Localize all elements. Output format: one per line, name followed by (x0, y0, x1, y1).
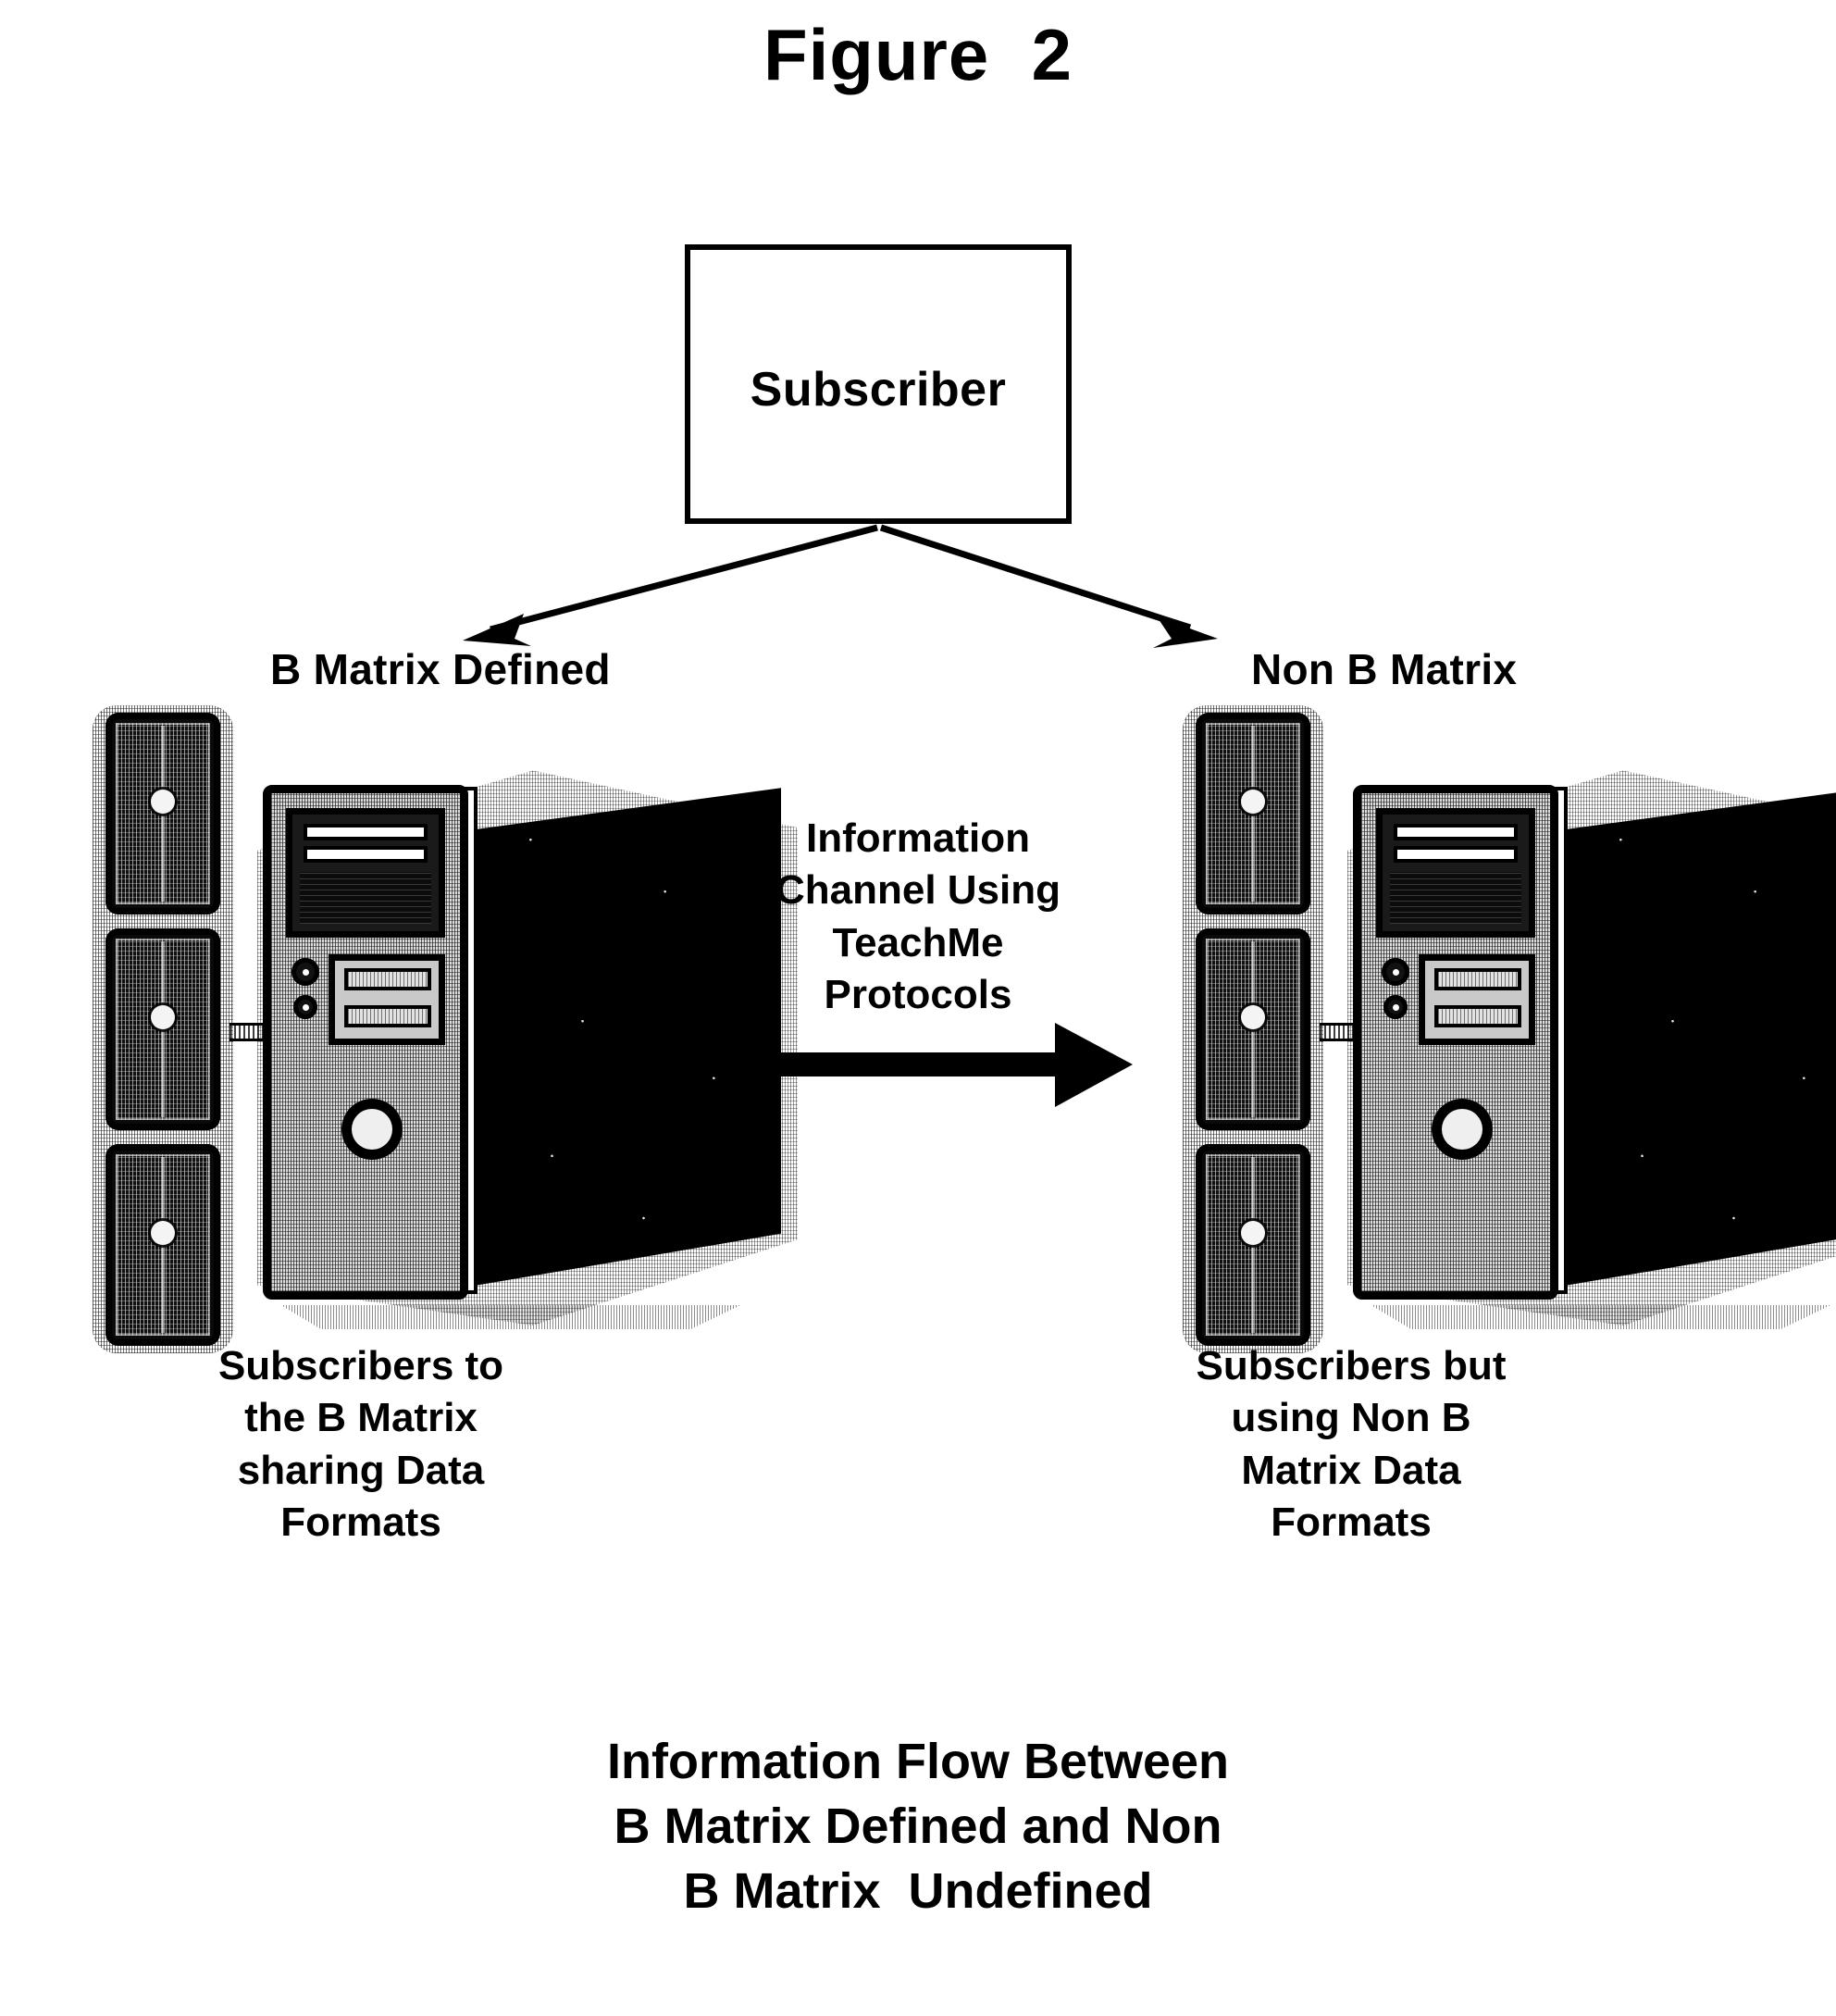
reset-button-icon (1383, 995, 1408, 1019)
bay-spine (1251, 941, 1255, 1117)
floppy-slot (344, 1005, 431, 1027)
subscriber-node: Subscriber (685, 244, 1072, 524)
computer-tower-icon (246, 759, 798, 1331)
right-group-caption: Subscribers but using Non B Matrix Data … (1148, 1340, 1555, 1549)
left-caption-line-1: Subscribers to (217, 1343, 504, 1388)
arrow-subscriber-to-left (463, 524, 878, 646)
tower-side-panel (476, 788, 781, 1286)
floppy-drive-bay (1419, 954, 1535, 1045)
power-button-icon (292, 958, 319, 986)
figure-caption-line-3: B Matrix Undefined (683, 1863, 1153, 1920)
tower-front-panel (263, 785, 468, 1300)
bay-spine (161, 1157, 165, 1333)
branch-label-b-matrix-defined: B Matrix Defined (270, 645, 611, 693)
left-computer-group (74, 703, 805, 1361)
drive-slot (1394, 846, 1518, 863)
left-group-caption: Subscribers to the B Matrix sharing Data… (157, 1340, 564, 1549)
bay-spine (161, 726, 165, 902)
right-caption-line-2: using Non B (1231, 1395, 1471, 1441)
bay-led-icon (151, 1220, 175, 1245)
drive-slot (304, 824, 428, 840)
right-computer-group (1164, 703, 1836, 1361)
drive-slot (304, 846, 428, 863)
bay-spine (1251, 1157, 1255, 1333)
bay-spine (1251, 726, 1255, 902)
bay-led-icon (1241, 789, 1265, 814)
bay-led-icon (151, 789, 175, 814)
optical-drive-bay (286, 808, 445, 938)
floppy-drive-bay (329, 954, 445, 1045)
right-caption-line-4: Formats (1271, 1499, 1432, 1545)
left-caption-line-4: Formats (280, 1499, 441, 1545)
tower-side-panel (1566, 788, 1836, 1286)
drive-module-bay (1196, 928, 1310, 1130)
front-vent-icon (1432, 1099, 1493, 1160)
floppy-slot (1434, 1005, 1521, 1027)
figure-title: Figure 2 (763, 14, 1073, 95)
right-caption-line-3: Matrix Data (1241, 1447, 1461, 1493)
bay-led-icon (1241, 1220, 1265, 1245)
floppy-slot (1434, 968, 1521, 990)
floppy-slot (344, 968, 431, 990)
drive-module-bay (105, 713, 220, 915)
drive-module-stack-icon (93, 705, 233, 1353)
drive-module-stack-icon (1183, 705, 1323, 1353)
branch-label-non-b-matrix: Non B Matrix (1251, 645, 1518, 693)
computer-tower-icon (1336, 759, 1836, 1331)
bay-led-icon (1241, 1004, 1265, 1029)
subscriber-node-label: Subscriber (750, 363, 1007, 417)
figure-caption-line-1: Information Flow Between (606, 1734, 1230, 1789)
figure-caption: Information Flow Between B Matrix Define… (363, 1729, 1473, 1924)
drive-module-bay (1196, 1144, 1310, 1346)
drive-module-bay (105, 928, 220, 1130)
drive-module-bay (105, 1144, 220, 1346)
drive-bay-blank (300, 872, 431, 924)
left-caption-line-2: the B Matrix (244, 1395, 478, 1441)
tower-base (1371, 1305, 1831, 1329)
right-caption-line-1: Subscribers but (1196, 1343, 1507, 1388)
drive-slot (1394, 824, 1518, 840)
optical-drive-bay (1376, 808, 1535, 938)
tower-base (280, 1305, 741, 1329)
tower-front-panel (1353, 785, 1558, 1300)
drive-module-bay (1196, 713, 1310, 915)
bay-led-icon (151, 1004, 175, 1029)
left-caption-line-3: sharing Data (237, 1447, 485, 1493)
drive-bay-blank (1390, 872, 1521, 924)
front-vent-icon (341, 1099, 403, 1160)
patent-figure: Figure 2 Subscriber B Matrix Defined Non… (0, 0, 1836, 2016)
bay-spine (161, 941, 165, 1117)
reset-button-icon (293, 995, 317, 1019)
figure-caption-line-2: B Matrix Defined and Non (614, 1798, 1222, 1855)
power-button-icon (1382, 958, 1409, 986)
arrow-subscriber-to-right (879, 524, 1218, 648)
